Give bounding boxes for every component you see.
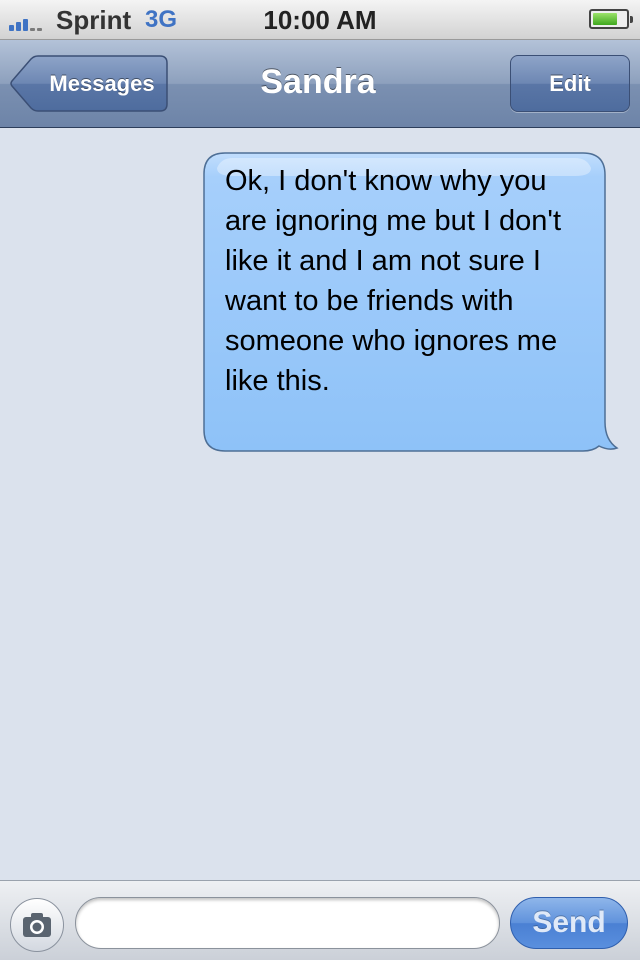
status-bar: Sprint 3G 10:00 AM bbox=[0, 0, 640, 40]
navigation-bar: Messages Sandra Edit bbox=[0, 40, 640, 128]
battery-level bbox=[593, 13, 617, 25]
message-composer: Send bbox=[0, 880, 640, 960]
send-button[interactable]: Send bbox=[510, 897, 628, 949]
camera-icon bbox=[23, 913, 51, 937]
conversation-title: Sandra bbox=[260, 63, 376, 101]
edit-button[interactable]: Edit bbox=[510, 55, 630, 112]
message-text: Ok, I don't know why you are ignoring me… bbox=[225, 165, 562, 397]
back-button[interactable]: Messages bbox=[10, 55, 168, 112]
camera-button[interactable] bbox=[10, 898, 64, 952]
message-thread[interactable]: Ok, I don't know why you are ignoring me… bbox=[0, 128, 640, 880]
outgoing-message-bubble[interactable]: Ok, I don't know why you are ignoring me… bbox=[203, 152, 621, 454]
message-input[interactable] bbox=[75, 897, 500, 949]
status-time: 10:00 AM bbox=[263, 5, 377, 35]
back-button-label: Messages bbox=[49, 71, 155, 96]
battery-icon bbox=[589, 9, 633, 29]
messages-screen: Sprint 3G 10:00 AM Messages Sandra Edit … bbox=[0, 0, 640, 960]
